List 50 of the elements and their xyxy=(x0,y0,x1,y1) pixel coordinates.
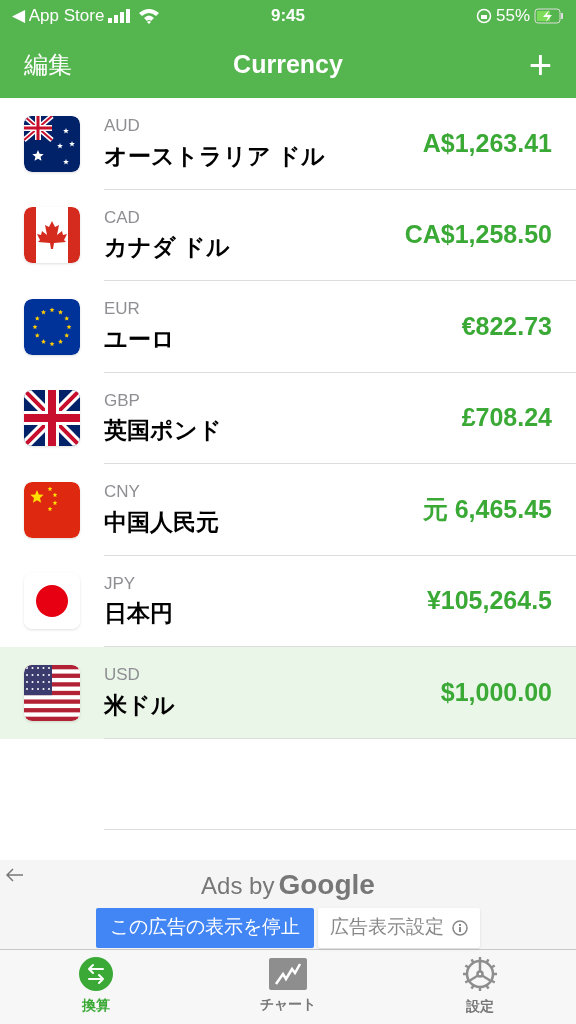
swap-arrows-icon xyxy=(79,957,113,992)
line-chart-icon xyxy=(269,958,307,991)
currency-name: オーストラリア ドル xyxy=(104,141,327,171)
flag-icon xyxy=(24,664,80,721)
gear-icon xyxy=(462,956,498,993)
currency-name: 中国人民元 xyxy=(104,507,220,537)
currency-amount: $1,000.00 xyxy=(440,676,552,708)
currency-code: AUD xyxy=(104,115,141,138)
currency-name: 米ドル xyxy=(104,690,176,720)
google-wordmark: Google xyxy=(278,867,375,902)
currency-code: GBP xyxy=(104,389,141,412)
screen-title: Currency xyxy=(233,49,343,81)
rotation-lock-icon xyxy=(475,8,492,24)
currency-name: カナダ ドル xyxy=(104,233,232,263)
currency-amount: 元 6,465.45 xyxy=(422,493,552,525)
flag-icon xyxy=(24,298,80,355)
currency-code: JPY xyxy=(104,572,137,595)
flag-icon xyxy=(24,115,80,172)
ad-settings-button[interactable]: 広告表示設定 xyxy=(318,907,480,948)
currency-code: CNY xyxy=(104,481,141,504)
currency-name: 日本円 xyxy=(104,599,174,629)
clock-time: 9:45 xyxy=(271,5,305,28)
currency-amount: ¥105,264.5 xyxy=(426,585,552,616)
flag-icon xyxy=(24,573,80,630)
battery-charging-icon xyxy=(534,8,564,24)
tab-bar-item[interactable]: 設定 xyxy=(384,949,576,1024)
currency-name: 英国ポンド xyxy=(104,416,223,446)
add-button[interactable]: + xyxy=(472,45,552,85)
currency-amount: A$1,263.41 xyxy=(422,127,552,159)
flag-icon xyxy=(24,207,80,264)
edit-button[interactable]: 編集 xyxy=(24,47,104,83)
currency-code: USD xyxy=(104,664,141,687)
back-arrow-icon[interactable] xyxy=(6,867,24,882)
tab-bar-item[interactable]: 換算 xyxy=(0,949,192,1024)
wifi-icon xyxy=(138,8,161,24)
currency-code: CAD xyxy=(104,206,141,229)
flag-icon xyxy=(24,390,80,447)
currency-code: EUR xyxy=(104,298,141,321)
info-icon xyxy=(452,919,468,936)
back-to-app-link[interactable]: ◀ App Store xyxy=(12,3,105,29)
stop-ad-button[interactable]: この広告の表示を停止 xyxy=(96,907,314,948)
flag-icon xyxy=(24,481,80,538)
currency-amount: £708.24 xyxy=(461,402,552,433)
battery-percent: 55% xyxy=(495,5,530,28)
currency-row[interactable]: USD 米ドル $1,000.00 xyxy=(0,647,576,739)
currency-name: ユーロ xyxy=(104,324,176,354)
tab-bar-item[interactable]: チャート xyxy=(192,949,384,1024)
ads-by-label: Ads by xyxy=(201,870,275,901)
currency-amount: €822.73 xyxy=(461,310,552,342)
currency-amount: CA$1,258.50 xyxy=(404,219,552,250)
